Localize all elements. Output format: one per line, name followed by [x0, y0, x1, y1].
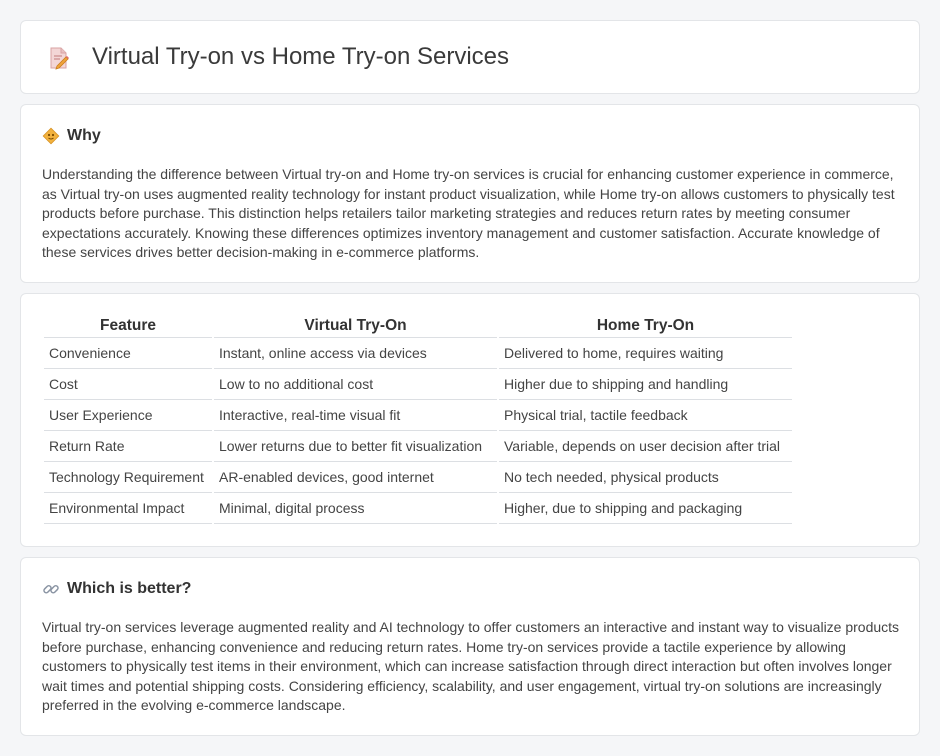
why-section: Why Understanding the difference between… [20, 104, 920, 283]
table-row: User Experience Interactive, real-time v… [44, 400, 792, 431]
table-row: Convenience Instant, online access via d… [44, 338, 792, 369]
why-heading-row: Why [42, 127, 101, 145]
why-heading: Why [67, 127, 101, 144]
document-pencil-icon [47, 46, 71, 70]
which-is-better-section: Which is better? Virtual try-on services… [20, 557, 920, 736]
table-header-row: Feature Virtual Try-On Home Try-On [44, 315, 792, 338]
table-row: Environmental Impact Minimal, digital pr… [44, 493, 792, 524]
virtual-cell: Lower returns due to better fit visualiz… [214, 431, 497, 462]
warning-diamond-icon [42, 127, 60, 145]
better-heading: Which is better? [67, 580, 192, 597]
title-card: Virtual Try-on vs Home Try-on Services [20, 20, 920, 94]
comparison-card: Feature Virtual Try-On Home Try-On Conve… [20, 293, 920, 547]
why-paragraph: Understanding the difference between Vir… [42, 166, 895, 261]
better-heading-row: Which is better? [42, 580, 191, 598]
home-cell: No tech needed, physical products [499, 462, 792, 493]
feature-cell: Convenience [44, 338, 212, 369]
home-cell: Variable, depends on user decision after… [499, 431, 792, 462]
feature-cell: Cost [44, 369, 212, 400]
table-row: Technology Requirement AR-enabled device… [44, 462, 792, 493]
virtual-cell: Instant, online access via devices [214, 338, 497, 369]
table-row: Cost Low to no additional cost Higher du… [44, 369, 792, 400]
home-cell: Higher due to shipping and handling [499, 369, 792, 400]
feature-cell: User Experience [44, 400, 212, 431]
virtual-cell: AR-enabled devices, good internet [214, 462, 497, 493]
column-header-virtual: Virtual Try-On [214, 315, 497, 338]
table-row: Return Rate Lower returns due to better … [44, 431, 792, 462]
home-cell: Physical trial, tactile feedback [499, 400, 792, 431]
home-cell: Higher, due to shipping and packaging [499, 493, 792, 524]
feature-cell: Return Rate [44, 431, 212, 462]
virtual-cell: Minimal, digital process [214, 493, 497, 524]
better-paragraph: Virtual try-on services leverage augment… [42, 619, 900, 714]
page-title: Virtual Try-on vs Home Try-on Services [92, 43, 510, 70]
feature-cell: Technology Requirement [44, 462, 212, 493]
column-header-home: Home Try-On [499, 315, 792, 338]
comparison-table: Feature Virtual Try-On Home Try-On Conve… [42, 315, 794, 524]
home-cell: Delivered to home, requires waiting [499, 338, 792, 369]
link-icon [42, 580, 60, 598]
column-header-feature: Feature [44, 315, 212, 338]
feature-cell: Environmental Impact [44, 493, 212, 524]
virtual-cell: Interactive, real-time visual fit [214, 400, 497, 431]
virtual-cell: Low to no additional cost [214, 369, 497, 400]
